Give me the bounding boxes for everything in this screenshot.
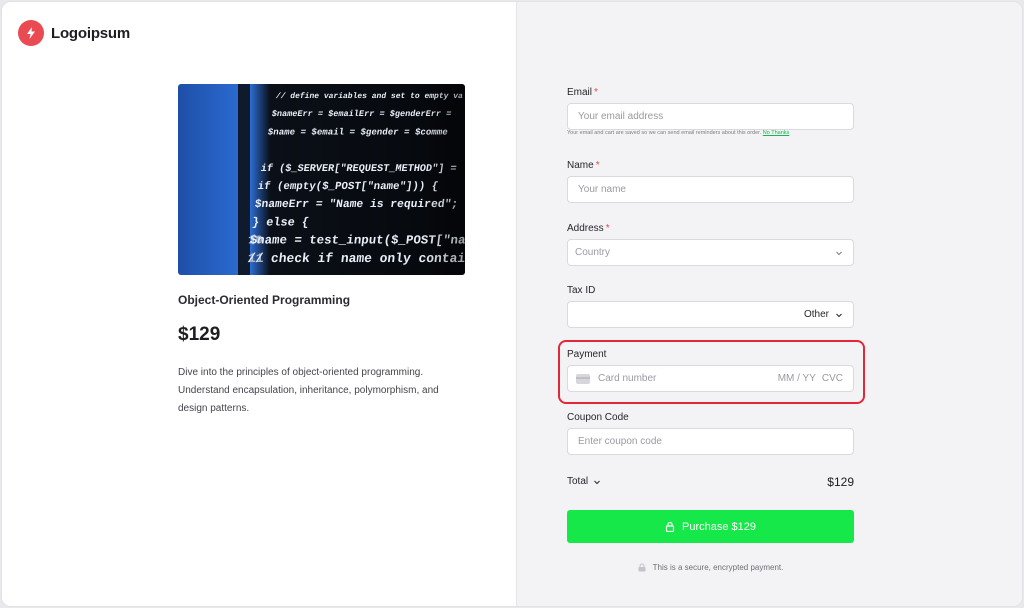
tax-id-type-select[interactable]: Other (804, 309, 843, 320)
chevron-down-icon (836, 251, 842, 255)
address-label: Address * (567, 223, 610, 234)
coupon-field[interactable] (567, 428, 854, 455)
total-value: $129 (827, 475, 854, 489)
total-toggle[interactable]: Total (567, 476, 601, 487)
email-field[interactable] (567, 103, 854, 130)
card-field[interactable]: MM / YY CVC (567, 365, 854, 392)
country-select[interactable]: Country (567, 239, 854, 266)
email-hint: Your email and cart are saved so we can … (567, 130, 790, 136)
country-placeholder: Country (575, 247, 611, 258)
chevron-down-icon (594, 480, 600, 484)
card-expiry-input[interactable]: MM / YY (778, 373, 816, 384)
coupon-label: Coupon Code (567, 412, 629, 423)
secure-note: This is a secure, encrypted payment. (567, 563, 854, 572)
card-number-input[interactable] (598, 373, 748, 384)
name-input[interactable] (578, 184, 843, 195)
name-field[interactable] (567, 176, 854, 203)
brand-logo[interactable]: Logoipsum (18, 20, 130, 46)
payment-label: Payment (567, 349, 607, 360)
product-description: Dive into the principles of object-orien… (178, 367, 439, 414)
tax-id-field[interactable]: Other (567, 301, 854, 328)
coupon-input[interactable] (578, 436, 843, 447)
tax-id-label: Tax ID (567, 285, 596, 296)
name-label: Name * (567, 160, 600, 171)
email-label: Email * (567, 87, 598, 98)
product-panel: Logoipsum Object-Oriented Programming $1… (2, 2, 516, 606)
lock-icon (665, 521, 675, 532)
credit-card-icon (576, 373, 590, 384)
total-label: Total (567, 476, 589, 487)
purchase-button-label: Purchase $129 (682, 520, 756, 533)
email-input[interactable] (578, 111, 843, 122)
no-thanks-link[interactable]: No Thanks (763, 130, 790, 136)
tax-id-type-value: Other (803, 309, 829, 320)
secure-note-text: This is a secure, encrypted payment. (652, 563, 784, 572)
chevron-down-icon (836, 313, 842, 317)
lightning-bolt-icon (18, 20, 44, 46)
product-price: $129 (178, 324, 221, 345)
product-title: Object-Oriented Programming (178, 293, 351, 307)
purchase-button[interactable]: Purchase $129 (567, 510, 854, 543)
brand-name: Logoipsum (51, 24, 131, 42)
checkout-window: Logoipsum Object-Oriented Programming $1… (1, 1, 1023, 607)
lock-icon (638, 563, 646, 572)
card-cvc-input[interactable]: CVC (822, 373, 843, 384)
product-image: // define variables and set to empty va$… (178, 84, 465, 275)
